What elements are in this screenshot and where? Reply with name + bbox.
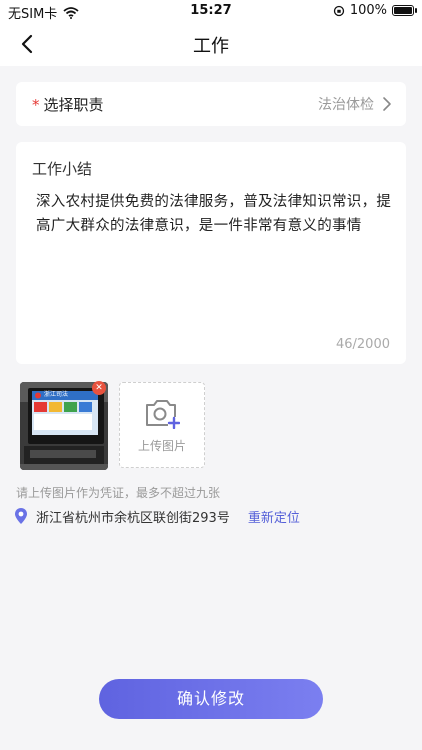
location-row: 浙江省杭州市余杭区联创街293号 重新定位 (14, 506, 300, 526)
relocate-link[interactable]: 重新定位 (248, 507, 300, 526)
chevron-right-icon (383, 97, 391, 111)
confirm-button[interactable]: 确认修改 (99, 679, 323, 719)
page-title: 工作 (193, 36, 229, 57)
location-address: 浙江省杭州市余杭区联创街293号 (36, 510, 230, 526)
summary-label: 工作小结 (32, 160, 93, 178)
photo-thumbnail[interactable]: 浙江司法 (20, 382, 108, 470)
location-pin-icon (15, 508, 27, 524)
duty-label-text: 选择职责 (43, 96, 104, 114)
photo-screen-text: 浙江司法 (44, 391, 69, 398)
duty-value: 法治体检 (318, 97, 374, 113)
status-right: 100% (333, 3, 417, 18)
character-count: 46/2000 (335, 337, 390, 352)
upload-label: 上传图片 (137, 439, 186, 453)
upload-hint: 请上传图片作为凭证，最多不超过九张 (16, 486, 221, 500)
duty-label: * 选择职责 (32, 94, 104, 115)
summary-card: 工作小结 深入农村提供免费的法律服务，普及法律知识常识，提高广大群众的法律意识，… (16, 142, 406, 364)
upload-image-button[interactable]: 上传图片 (119, 382, 205, 468)
nav-bar: 工作 (0, 22, 422, 66)
summary-textarea[interactable]: 深入农村提供免费的法律服务，普及法律知识常识，提高广大群众的法律意识，是一件非常… (36, 190, 392, 238)
battery-icon (392, 5, 417, 16)
close-icon[interactable]: ✕ (92, 381, 106, 395)
status-bar: 无SIM卡 15:27 100% (0, 0, 422, 22)
required-mark: * (32, 96, 40, 114)
camera-add-icon (146, 400, 180, 429)
duty-selector[interactable]: * 选择职责 法治体检 (16, 82, 406, 126)
orientation-lock-icon (333, 5, 344, 16)
battery-percent: 100% (349, 3, 387, 18)
battery-fill (394, 7, 412, 14)
